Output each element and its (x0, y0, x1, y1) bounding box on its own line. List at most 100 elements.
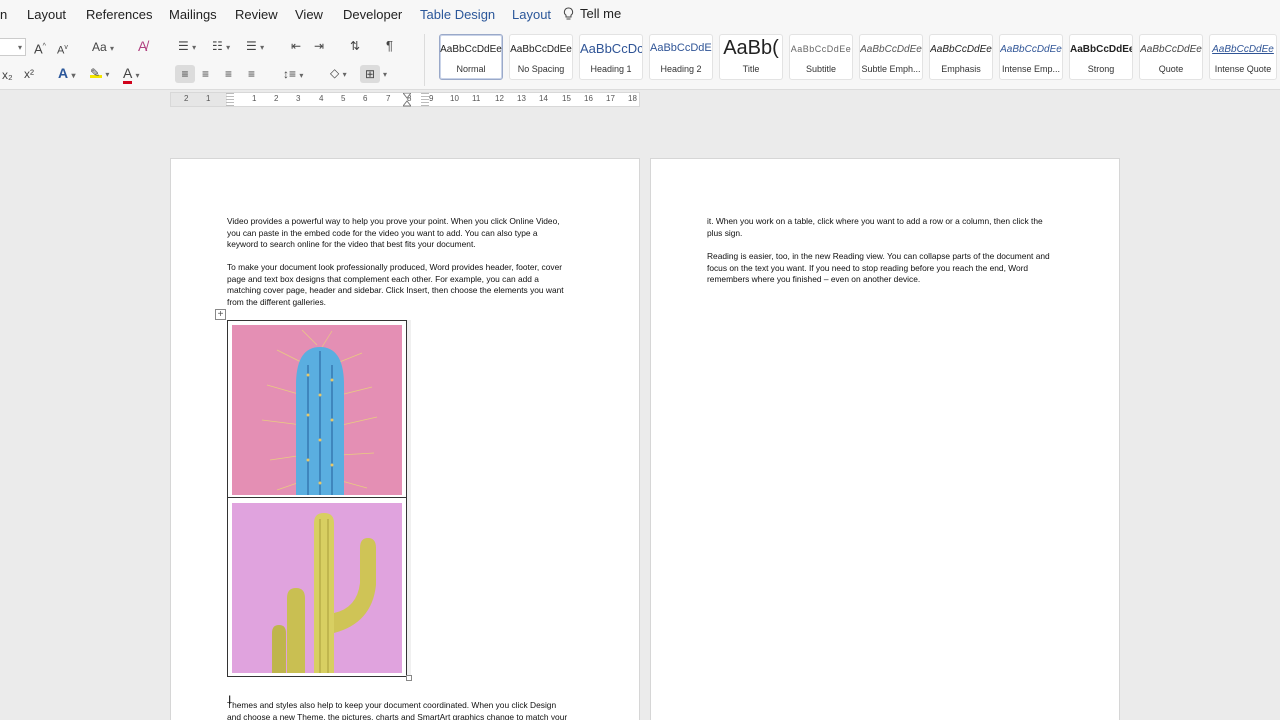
paragraph-table-tip[interactable]: it. When you work on a table, click wher… (707, 216, 1077, 239)
style-preview: AaBbCcDdEe (860, 44, 922, 55)
style-name: Strong (1087, 64, 1115, 74)
yellow-cactus-image[interactable] (232, 503, 402, 673)
text-line: page and text box designs that complemen… (227, 273, 539, 284)
tab-design-partial[interactable]: n (0, 7, 7, 22)
text-line: matching cover page, header and sidebar.… (227, 285, 564, 296)
ruler-number: 15 (562, 94, 571, 103)
page-1[interactable]: Video provides a powerful way to help yo… (170, 158, 640, 720)
numbering-icon[interactable]: ☷ ▾ (212, 39, 230, 55)
highlighter-icon: ✎ (90, 66, 102, 80)
style-heading-2[interactable]: AaBbCcDdEe Heading 2 (649, 34, 713, 80)
table-resize-handle[interactable] (406, 675, 412, 681)
style-name: Intense Quote (1214, 64, 1272, 74)
style-intense-quote[interactable]: AaBbCcDdEe Intense Quote (1209, 34, 1277, 80)
text-line: Themes and styles also help to keep your… (227, 700, 557, 710)
align-right-icon[interactable]: ≡ (225, 67, 232, 81)
subscript-button[interactable]: x₂ (2, 68, 13, 82)
font-color-label: A (123, 65, 132, 84)
ruler-margin-area (171, 93, 227, 106)
sort-icon[interactable]: ⇅ (350, 39, 360, 53)
table-shading (407, 320, 411, 677)
tab-developer[interactable]: Developer (343, 7, 402, 22)
align-center-icon[interactable]: ≡ (202, 67, 209, 81)
ruler-number: 11 (472, 94, 481, 103)
tell-me-search[interactable]: Tell me (563, 6, 621, 21)
ruler-number: 10 (450, 94, 459, 103)
ruler-number: 17 (606, 94, 615, 103)
tab-view[interactable]: View (295, 7, 323, 22)
tab-layout[interactable]: Layout (27, 7, 66, 22)
increase-indent-icon[interactable]: ⇥ (314, 39, 324, 53)
style-preview: AaBbCcDc (580, 41, 643, 56)
tab-table-layout[interactable]: Layout (512, 7, 551, 22)
tab-mailings[interactable]: Mailings (169, 7, 217, 22)
ruler-number: 7 (386, 94, 391, 103)
pilcrow-icon[interactable]: ¶ (386, 39, 393, 53)
blue-cactus-image[interactable] (232, 325, 402, 495)
change-case-button[interactable]: Aa ▾ (92, 40, 114, 56)
style-normal[interactable]: AaBbCcDdEe Normal (439, 34, 503, 80)
font-size-dropdown[interactable]: ▾ (0, 38, 26, 56)
horizontal-ruler[interactable]: 2 1 1 2 3 4 5 6 7 8 9 10 11 12 13 14 15 … (170, 92, 640, 107)
bullets-icon[interactable]: ☰ ▾ (178, 39, 196, 55)
grow-font-icon[interactable]: A^ (34, 40, 46, 56)
tab-table-design[interactable]: Table Design (420, 7, 495, 22)
style-strong[interactable]: AaBbCcDdEe Strong (1069, 34, 1133, 80)
decrease-indent-icon[interactable]: ⇤ (291, 39, 301, 53)
text-effects-button[interactable]: A ▾ (58, 66, 76, 83)
ruler-number: 9 (429, 94, 434, 103)
shrink-font-icon[interactable]: Av (57, 41, 68, 58)
paragraph-professional[interactable]: To make your document look professionall… (227, 262, 597, 308)
indent-marker[interactable] (401, 92, 413, 107)
multilevel-list-icon[interactable]: ☰ ▾ (246, 39, 264, 55)
style-subtle-emphasis[interactable]: AaBbCcDdEe Subtle Emph... (859, 34, 923, 80)
style-title[interactable]: AaBb( Title (719, 34, 783, 80)
text-line: and choose a new Theme, the pictures, ch… (227, 711, 568, 720)
tab-references[interactable]: References (86, 7, 152, 22)
column-marker[interactable] (226, 93, 234, 106)
style-name: No Spacing (517, 64, 565, 74)
text-line: from the different galleries. (227, 296, 326, 307)
table-row[interactable] (228, 321, 406, 498)
line-spacing-icon[interactable]: ↕≡ ▾ (283, 67, 303, 83)
table-move-handle[interactable]: + (215, 309, 226, 320)
text-line: remembers where you finished – even on a… (707, 274, 921, 285)
superscript-button[interactable]: x² (24, 67, 34, 81)
justify-icon[interactable]: ≡ (248, 67, 255, 81)
style-no-spacing[interactable]: AaBbCcDdEe No Spacing (509, 34, 573, 80)
style-quote[interactable]: AaBbCcDdEe Quote (1139, 34, 1203, 80)
paragraph-reading[interactable]: Reading is easier, too, in the new Readi… (707, 251, 1077, 286)
text-line: Video provides a powerful way to help yo… (227, 216, 560, 226)
column-marker[interactable] (421, 93, 429, 106)
paragraph-video[interactable]: Video provides a powerful way to help yo… (227, 216, 597, 251)
page-2[interactable]: it. When you work on a table, click wher… (650, 158, 1120, 720)
style-preview: AaBbCcDdEe (1000, 44, 1062, 55)
style-emphasis[interactable]: AaBbCcDdEe Emphasis (929, 34, 993, 80)
ribbon-tabs: n Layout References Mailings Review View… (0, 0, 1280, 30)
style-subtitle[interactable]: AaBbCcDdEe Subtitle (789, 34, 853, 80)
font-color-button[interactable]: A ▾ (123, 65, 139, 84)
ruler-number: 12 (495, 94, 504, 103)
style-preview: AaBbCcDdEe (440, 44, 502, 55)
paragraph-themes[interactable]: Themes and styles also help to keep your… (227, 700, 597, 720)
style-name: Title (742, 64, 760, 74)
clear-formatting-icon[interactable]: A̸ (138, 39, 147, 53)
tab-review[interactable]: Review (235, 7, 278, 22)
styles-gallery: AaBbCcDdEe Normal AaBbCcDdEe No Spacing … (437, 34, 1280, 82)
borders-chevron-icon[interactable]: ▾ (383, 70, 387, 79)
text-line: you can paste in the embed code for the … (227, 227, 538, 238)
style-heading-1[interactable]: AaBbCcDc Heading 1 (579, 34, 643, 80)
style-preview: AaBbCcDdEe (510, 44, 572, 55)
image-table[interactable] (227, 320, 407, 677)
style-name: Subtle Emph... (861, 64, 921, 74)
highlight-color-button[interactable]: ✎ ▾ (90, 66, 109, 82)
chevron-down-icon: ▾ (17, 43, 22, 52)
style-intense-emphasis[interactable]: AaBbCcDdEe Intense Emp... (999, 34, 1063, 80)
table-row[interactable] (228, 499, 406, 676)
align-left-icon[interactable]: ≡ (175, 65, 195, 83)
shading-icon[interactable]: ◇ ▾ (330, 66, 347, 82)
style-preview: AaBbCcDdEe (650, 42, 713, 54)
ruler-number: 4 (319, 94, 324, 103)
ruler-number: 16 (584, 94, 593, 103)
borders-icon[interactable]: ⊞ (360, 65, 380, 83)
